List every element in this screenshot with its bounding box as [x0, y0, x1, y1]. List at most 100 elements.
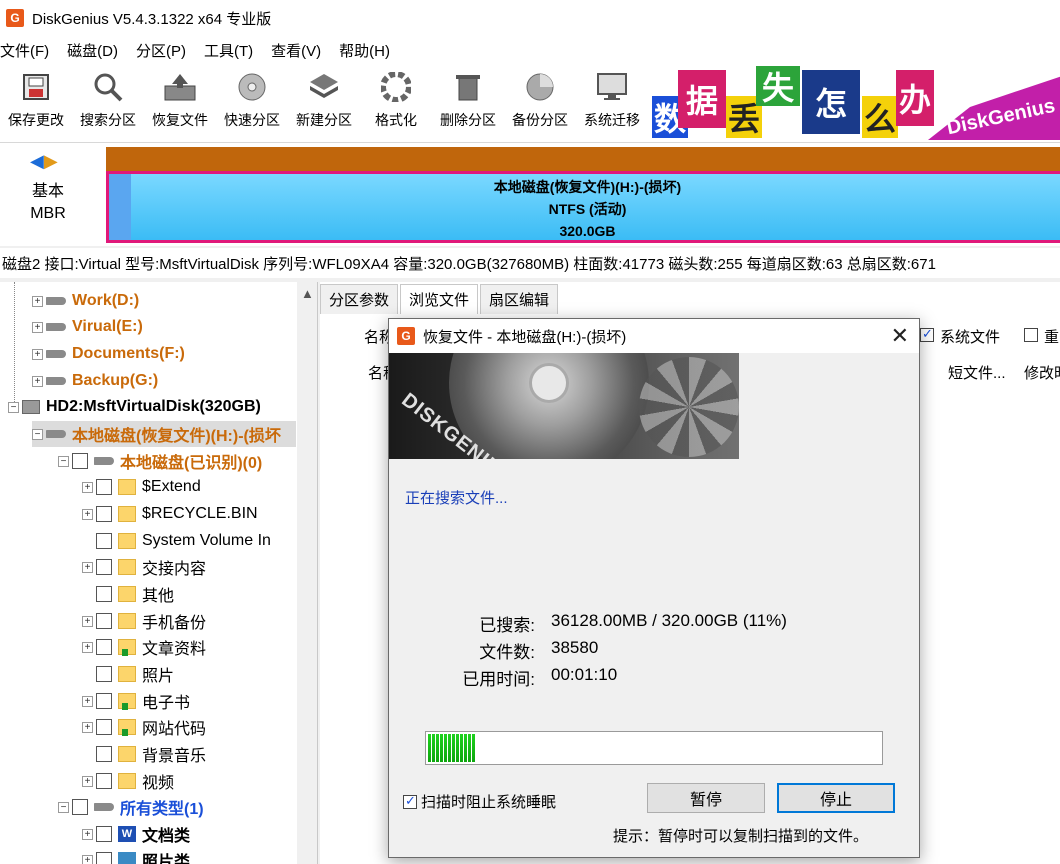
tree-checkbox[interactable]: [96, 559, 112, 575]
tree-checkbox[interactable]: [96, 693, 112, 709]
tree-checkbox[interactable]: [96, 533, 112, 549]
tree-folder[interactable]: + 电子书: [82, 688, 190, 714]
recover-files-dialog: G 恢复文件 - 本地磁盘(H:)-(损坏) ✕ DISKGENIUS 正在搜索…: [388, 318, 920, 858]
expand-icon[interactable]: +: [82, 561, 93, 573]
backup-partition-label: 备份分区: [512, 112, 568, 128]
stat-file-count: 文件数: 38580: [389, 638, 598, 664]
tree-checkbox[interactable]: [96, 613, 112, 629]
collapse-icon[interactable]: −: [58, 801, 69, 813]
quick-partition-button[interactable]: 快速分区: [216, 64, 288, 140]
expand-icon[interactable]: +: [82, 641, 93, 653]
tree-checkbox[interactable]: [96, 479, 112, 495]
tree-folder[interactable]: 背景音乐: [96, 741, 206, 767]
dialog-title: 恢复文件 - 本地磁盘(H:)-(损坏): [423, 328, 627, 346]
tree-checkbox[interactable]: [96, 852, 112, 864]
partition-block[interactable]: 本地磁盘(恢复文件)(H:)-(损坏) NTFS (活动) 320.0GB: [106, 171, 1060, 243]
tree-folder[interactable]: + 文章资料: [82, 634, 206, 660]
search-partition-button[interactable]: 搜索分区: [72, 64, 144, 140]
expand-icon[interactable]: +: [32, 348, 43, 360]
tree-checkbox[interactable]: [72, 453, 88, 469]
tree-checkbox[interactable]: [96, 746, 112, 762]
menu-tools[interactable]: 工具(T): [204, 40, 262, 61]
expand-icon[interactable]: +: [82, 854, 93, 864]
tree-checkbox[interactable]: [72, 799, 88, 815]
tree-item-documents[interactable]: + Documents(F:): [32, 341, 185, 367]
expand-icon[interactable]: +: [32, 295, 43, 307]
tree-folder[interactable]: + 手机备份: [82, 608, 206, 634]
new-partition-button[interactable]: 新建分区: [288, 64, 360, 140]
tab-sector-edit[interactable]: 扇区编辑: [480, 284, 559, 314]
tree-checkbox[interactable]: [96, 586, 112, 602]
save-changes-button[interactable]: 保存更改: [0, 64, 72, 140]
expand-icon[interactable]: +: [82, 828, 93, 840]
menu-help[interactable]: 帮助(H): [339, 40, 399, 61]
collapse-icon[interactable]: −: [32, 428, 43, 440]
menu-view[interactable]: 查看(V): [271, 40, 330, 61]
pause-button[interactable]: 暂停: [647, 783, 765, 813]
col-short-name[interactable]: 短文件...: [948, 362, 1006, 383]
expand-icon[interactable]: +: [82, 721, 93, 733]
col-modified[interactable]: 修改时: [1024, 362, 1060, 383]
backup-partition-button[interactable]: 备份分区: [504, 64, 576, 140]
menu-disk[interactable]: 磁盘(D): [67, 40, 127, 61]
partition-bar[interactable]: 本地磁盘(恢复文件)(H:)-(损坏) NTFS (活动) 320.0GB: [106, 147, 1060, 243]
folder-deleted-icon: [118, 719, 136, 736]
disk-map: ◀▶ 基本 MBR 本地磁盘(恢复文件)(H:)-(损坏) NTFS (活动) …: [0, 142, 1060, 246]
recover-files-button[interactable]: 恢复文件: [144, 64, 216, 140]
prevent-sleep-checkbox[interactable]: [403, 793, 417, 809]
folder-icon: [118, 613, 136, 629]
expand-icon[interactable]: +: [32, 375, 43, 387]
tree-checkbox[interactable]: [96, 506, 112, 522]
tree-item-all-types[interactable]: − 所有类型(1): [58, 794, 204, 820]
system-files-checkbox[interactable]: [920, 326, 934, 342]
extra-checkbox[interactable]: [1024, 328, 1038, 342]
tree-item-pic-type[interactable]: + 照片类: [82, 847, 190, 864]
expand-icon[interactable]: +: [82, 695, 93, 707]
prevent-sleep-option[interactable]: 扫描时阻止系统睡眠: [403, 791, 556, 812]
tree-item-virual[interactable]: + Virual(E:): [32, 314, 143, 340]
expand-icon[interactable]: +: [82, 508, 93, 520]
expand-icon[interactable]: +: [82, 481, 93, 493]
tree-item-doc-type[interactable]: + W 文档类: [82, 821, 190, 847]
tree-folder[interactable]: + 视频: [82, 768, 174, 794]
expand-icon[interactable]: +: [82, 615, 93, 627]
tree-item-hd2[interactable]: − HD2:MsftVirtualDisk(320GB): [8, 394, 261, 420]
promo-banner[interactable]: 数 据 丢 失 怎 么 办 DiskGenius: [652, 66, 1060, 140]
tree-checkbox[interactable]: [96, 826, 112, 842]
drive-icon: [46, 323, 66, 331]
delete-partition-button[interactable]: 删除分区: [432, 64, 504, 140]
partition-bar-header: [106, 147, 1060, 171]
system-migration-button[interactable]: 系统迁移: [576, 64, 648, 140]
tree-item-partition-h[interactable]: − 本地磁盘(恢复文件)(H:)-(损坏: [32, 421, 296, 447]
stop-button[interactable]: 停止: [777, 783, 895, 813]
tab-partition-params[interactable]: 分区参数: [320, 284, 399, 314]
menu-file[interactable]: 文件(F): [0, 40, 58, 61]
tree-item-identified[interactable]: − 本地磁盘(已识别)(0): [58, 448, 262, 474]
tab-browse-files[interactable]: 浏览文件: [400, 284, 479, 314]
tree-folder[interactable]: 其他: [96, 581, 174, 607]
tree-item-backup[interactable]: + Backup(G:): [32, 368, 158, 394]
format-button[interactable]: 格式化: [360, 64, 432, 140]
tree-item-work[interactable]: + Work(D:): [32, 288, 139, 314]
tree-folder[interactable]: + $Extend: [82, 474, 201, 500]
tree-folder[interactable]: + $RECYCLE.BIN: [82, 501, 258, 527]
expand-icon[interactable]: +: [82, 775, 93, 787]
close-icon[interactable]: ✕: [891, 323, 909, 349]
tree-checkbox[interactable]: [96, 719, 112, 735]
tree-folder[interactable]: + 交接内容: [82, 554, 206, 580]
expand-icon[interactable]: +: [32, 321, 43, 333]
tree-folder[interactable]: 照片: [96, 661, 174, 687]
tree-checkbox[interactable]: [96, 666, 112, 682]
tree-checkbox[interactable]: [96, 639, 112, 655]
scroll-up-icon[interactable]: ▲: [301, 286, 314, 301]
menu-partition[interactable]: 分区(P): [136, 40, 195, 61]
next-disk-icon[interactable]: ▶: [44, 151, 58, 171]
tree-checkbox[interactable]: [96, 773, 112, 789]
collapse-icon[interactable]: −: [58, 455, 69, 467]
tree-scrollbar[interactable]: ▲: [297, 282, 317, 864]
tree-folder[interactable]: + 网站代码: [82, 714, 206, 740]
prev-disk-icon[interactable]: ◀: [30, 151, 44, 171]
disk-nav: ◀▶: [30, 151, 58, 172]
collapse-icon[interactable]: −: [8, 401, 19, 413]
tree-folder[interactable]: System Volume In: [96, 528, 296, 554]
